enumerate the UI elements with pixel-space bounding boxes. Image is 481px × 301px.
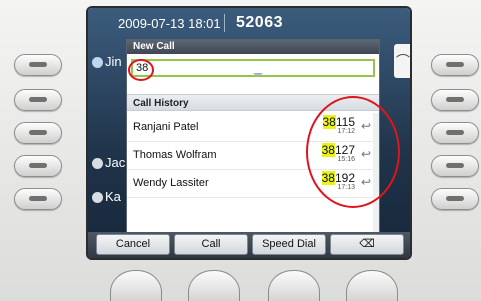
line-label: Ka — [105, 189, 121, 204]
status-extension: 52063 — [236, 14, 283, 31]
session-button-1[interactable] — [431, 54, 479, 76]
line-button-4[interactable] — [14, 155, 62, 177]
cancel-softkey[interactable]: Cancel — [96, 234, 170, 255]
line-button-2[interactable] — [14, 89, 62, 111]
line-label: Jac — [105, 155, 126, 170]
softkey-bar: Cancel Call Speed Dial ⌫ — [88, 232, 410, 258]
session-button-5[interactable] — [431, 188, 479, 210]
history-name: Thomas Wolfram — [133, 149, 217, 161]
line-label: Jin — [105, 54, 122, 69]
line-row-3[interactable]: Ka — [92, 189, 121, 204]
dialog-title: New Call — [127, 40, 379, 54]
line-row-2[interactable]: Jac — [92, 155, 125, 170]
status-divider — [224, 14, 225, 32]
annotation-circle-numbers — [306, 96, 400, 208]
line-row-1[interactable]: Jin — [92, 54, 122, 69]
status-bar: 2009-07-13 18:01 52063 — [88, 8, 410, 40]
history-name: Wendy Lassiter — [133, 177, 209, 189]
line-button-3[interactable] — [14, 122, 62, 144]
dropdown-caret-icon — [253, 73, 263, 80]
annotation-circle-input — [128, 59, 154, 81]
session-button-4[interactable] — [431, 155, 479, 177]
line-button-1[interactable] — [14, 54, 62, 76]
call-softkey[interactable]: Call — [174, 234, 248, 255]
backspace-icon[interactable]: ⌫ — [330, 234, 404, 255]
session-button-3[interactable] — [431, 122, 479, 144]
history-name: Ranjani Patel — [133, 121, 199, 133]
line-button-5[interactable] — [14, 188, 62, 210]
contact-icon — [92, 192, 103, 204]
phone-line-icon — [92, 57, 103, 69]
hang-up-icon[interactable]: ⌒ — [394, 44, 410, 78]
contact-icon — [92, 158, 103, 170]
dial-input[interactable]: 38 — [131, 59, 375, 77]
speed-dial-softkey[interactable]: Speed Dial — [252, 234, 326, 255]
session-button-2[interactable] — [431, 89, 479, 111]
status-datetime: 2009-07-13 18:01 — [118, 16, 221, 31]
